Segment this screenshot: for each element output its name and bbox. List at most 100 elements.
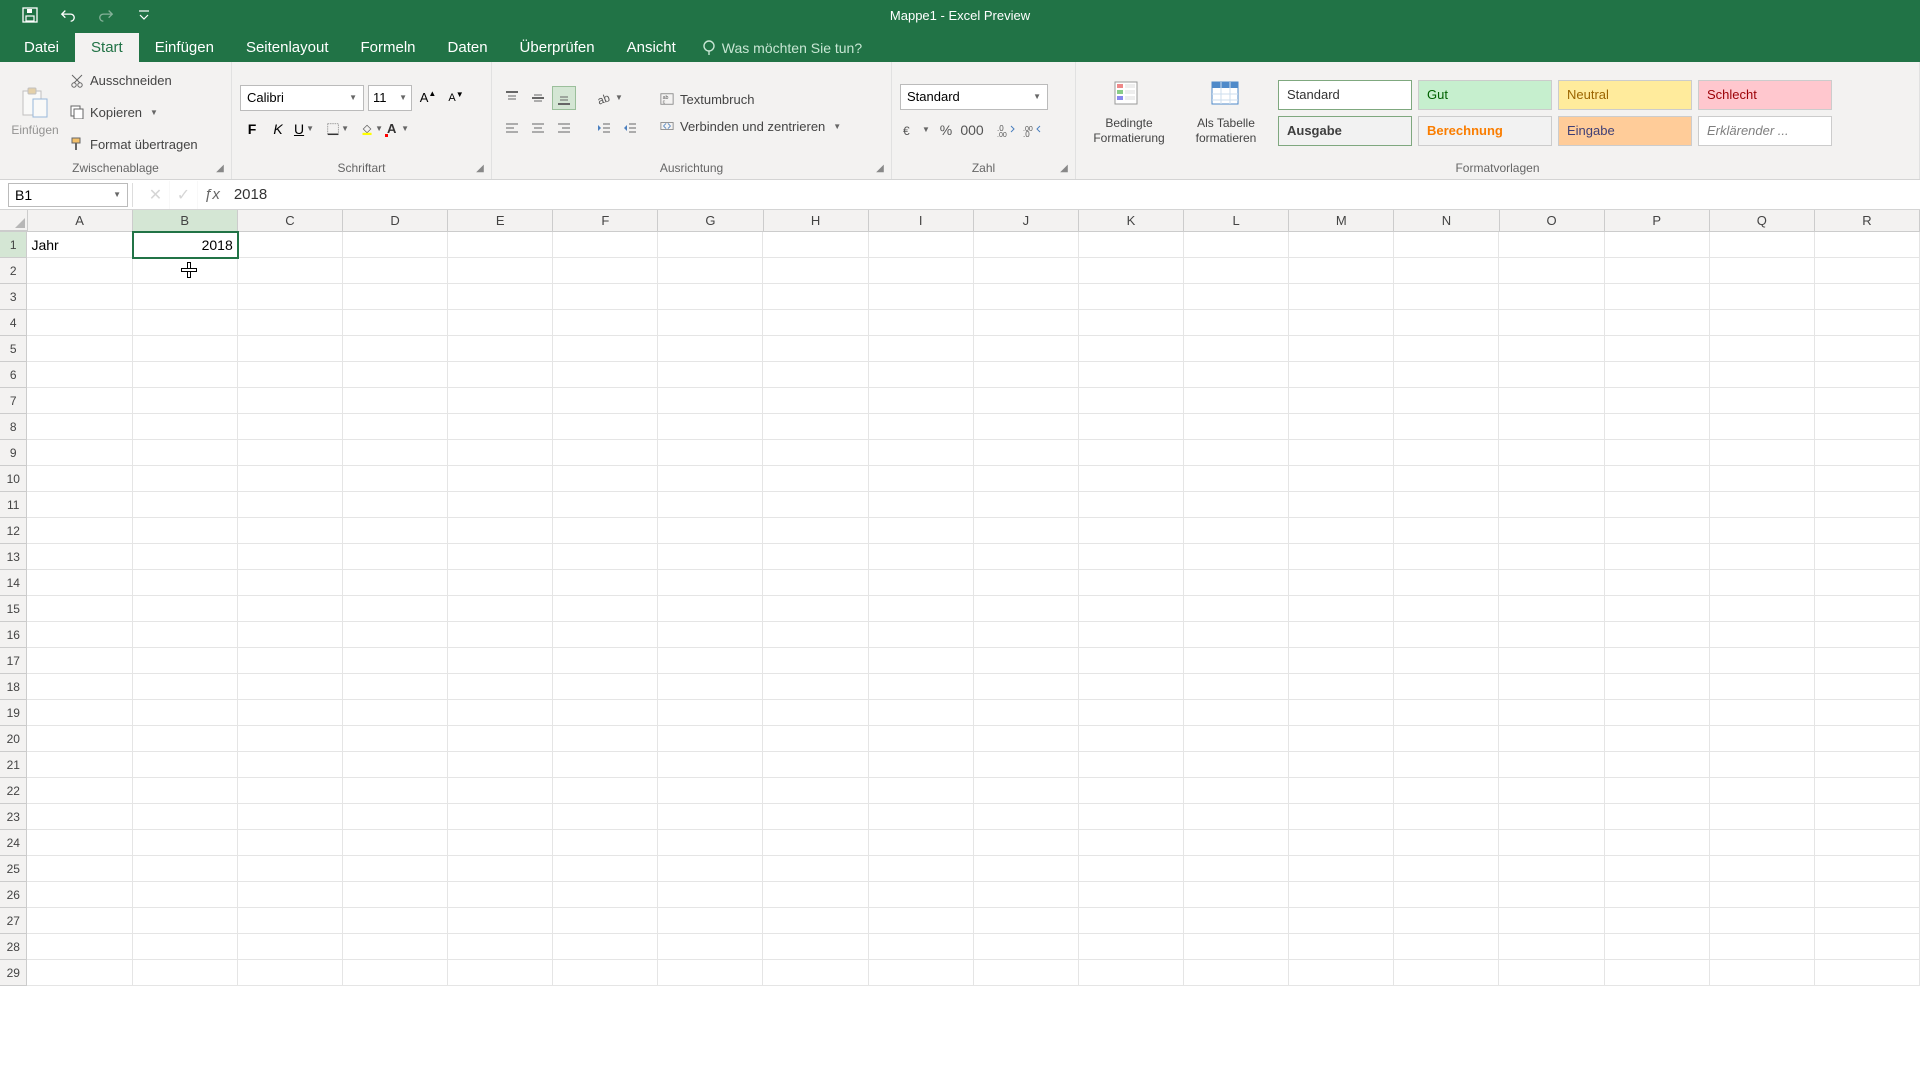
cell-I4[interactable]	[869, 310, 974, 336]
cell-B8[interactable]	[133, 414, 238, 440]
cell-G5[interactable]	[658, 336, 763, 362]
cell-H27[interactable]	[763, 908, 868, 934]
orientation-button[interactable]: ab▼	[592, 86, 626, 110]
cell-K9[interactable]	[1079, 440, 1184, 466]
cell-K28[interactable]	[1079, 934, 1184, 960]
cell-I25[interactable]	[869, 856, 974, 882]
cell-L23[interactable]	[1184, 804, 1289, 830]
cell-M26[interactable]	[1289, 882, 1394, 908]
cell-I7[interactable]	[869, 388, 974, 414]
cell-P19[interactable]	[1605, 700, 1710, 726]
cell-M28[interactable]	[1289, 934, 1394, 960]
cell-B27[interactable]	[133, 908, 238, 934]
row-header-1[interactable]: 1	[0, 232, 27, 258]
col-header-H[interactable]: H	[764, 210, 869, 231]
row-header-22[interactable]: 22	[0, 778, 27, 804]
cell-J29[interactable]	[974, 960, 1079, 986]
fill-color-button[interactable]: ▼	[360, 117, 384, 141]
cell-E5[interactable]	[448, 336, 553, 362]
row-header-27[interactable]: 27	[0, 908, 27, 934]
cell-C21[interactable]	[238, 752, 343, 778]
col-header-G[interactable]: G	[658, 210, 763, 231]
cell-O20[interactable]	[1499, 726, 1604, 752]
cell-A19[interactable]	[27, 700, 132, 726]
fx-icon[interactable]: ƒx	[198, 186, 230, 203]
cell-L28[interactable]	[1184, 934, 1289, 960]
cell-B14[interactable]	[133, 570, 238, 596]
cell-F9[interactable]	[553, 440, 658, 466]
cell-E26[interactable]	[448, 882, 553, 908]
row-header-24[interactable]: 24	[0, 830, 27, 856]
cell-F28[interactable]	[553, 934, 658, 960]
cell-Q19[interactable]	[1710, 700, 1815, 726]
cell-I24[interactable]	[869, 830, 974, 856]
cell-H11[interactable]	[763, 492, 868, 518]
cell-B6[interactable]	[133, 362, 238, 388]
cell-B25[interactable]	[133, 856, 238, 882]
cell-H5[interactable]	[763, 336, 868, 362]
cell-F10[interactable]	[553, 466, 658, 492]
cell-H29[interactable]	[763, 960, 868, 986]
cell-N29[interactable]	[1394, 960, 1499, 986]
cell-E2[interactable]	[448, 258, 553, 284]
cell-N3[interactable]	[1394, 284, 1499, 310]
decrease-font-button[interactable]: A▼	[444, 86, 468, 110]
cell-D8[interactable]	[343, 414, 448, 440]
cell-K25[interactable]	[1079, 856, 1184, 882]
cell-G24[interactable]	[658, 830, 763, 856]
format-as-table-button[interactable]: Als Tabelle formatieren	[1184, 80, 1268, 145]
cell-I27[interactable]	[869, 908, 974, 934]
cell-P12[interactable]	[1605, 518, 1710, 544]
cell-O15[interactable]	[1499, 596, 1604, 622]
cell-Q3[interactable]	[1710, 284, 1815, 310]
cell-K2[interactable]	[1079, 258, 1184, 284]
cell-D21[interactable]	[343, 752, 448, 778]
row-header-23[interactable]: 23	[0, 804, 27, 830]
cell-D23[interactable]	[343, 804, 448, 830]
cell-K29[interactable]	[1079, 960, 1184, 986]
cell-F19[interactable]	[553, 700, 658, 726]
cell-J6[interactable]	[974, 362, 1079, 388]
cell-I14[interactable]	[869, 570, 974, 596]
cell-N20[interactable]	[1394, 726, 1499, 752]
cell-O21[interactable]	[1499, 752, 1604, 778]
row-header-15[interactable]: 15	[0, 596, 27, 622]
cell-N25[interactable]	[1394, 856, 1499, 882]
cell-O11[interactable]	[1499, 492, 1604, 518]
cell-G2[interactable]	[658, 258, 763, 284]
cell-M16[interactable]	[1289, 622, 1394, 648]
cell-G16[interactable]	[658, 622, 763, 648]
row-header-9[interactable]: 9	[0, 440, 27, 466]
cell-N12[interactable]	[1394, 518, 1499, 544]
cell-C5[interactable]	[238, 336, 343, 362]
cell-R6[interactable]	[1815, 362, 1920, 388]
cell-R26[interactable]	[1815, 882, 1920, 908]
cell-I16[interactable]	[869, 622, 974, 648]
cell-O18[interactable]	[1499, 674, 1604, 700]
cell-G25[interactable]	[658, 856, 763, 882]
cell-A24[interactable]	[27, 830, 132, 856]
number-launcher-icon[interactable]: ◢	[1057, 161, 1071, 175]
cell-L15[interactable]	[1184, 596, 1289, 622]
cell-C22[interactable]	[238, 778, 343, 804]
cell-L25[interactable]	[1184, 856, 1289, 882]
qat-customize-icon[interactable]	[136, 7, 152, 23]
cell-G22[interactable]	[658, 778, 763, 804]
cell-O3[interactable]	[1499, 284, 1604, 310]
cell-J1[interactable]	[974, 232, 1079, 258]
style-berechnung[interactable]: Berechnung	[1418, 116, 1552, 146]
cell-H13[interactable]	[763, 544, 868, 570]
cell-K17[interactable]	[1079, 648, 1184, 674]
cell-M25[interactable]	[1289, 856, 1394, 882]
cell-P22[interactable]	[1605, 778, 1710, 804]
cell-J21[interactable]	[974, 752, 1079, 778]
cell-D19[interactable]	[343, 700, 448, 726]
cell-B22[interactable]	[133, 778, 238, 804]
cell-Q6[interactable]	[1710, 362, 1815, 388]
cell-L1[interactable]	[1184, 232, 1289, 258]
row-header-19[interactable]: 19	[0, 700, 27, 726]
cell-I2[interactable]	[869, 258, 974, 284]
cell-J16[interactable]	[974, 622, 1079, 648]
row-header-7[interactable]: 7	[0, 388, 27, 414]
cell-E9[interactable]	[448, 440, 553, 466]
